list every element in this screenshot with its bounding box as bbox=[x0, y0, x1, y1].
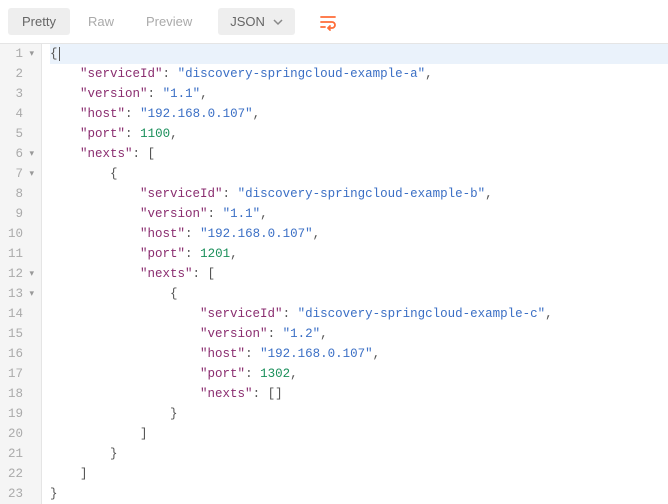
line-number: 16 bbox=[8, 344, 33, 364]
code-line[interactable]: "version": "1.2", bbox=[50, 324, 668, 344]
line-number: 10 bbox=[8, 224, 33, 244]
code-line[interactable]: "nexts": [ bbox=[50, 264, 668, 284]
code-line[interactable]: "serviceId": "discovery-springcloud-exam… bbox=[50, 184, 668, 204]
code-line[interactable]: "host": "192.168.0.107", bbox=[50, 344, 668, 364]
line-number: 23 bbox=[8, 484, 33, 504]
line-number: 4 bbox=[8, 104, 33, 124]
line-number: 2 bbox=[8, 64, 33, 84]
code-line[interactable]: "host": "192.168.0.107", bbox=[50, 224, 668, 244]
line-number-gutter: 1234567891011121314151617181920212223 bbox=[0, 44, 42, 504]
code-line[interactable]: "version": "1.1", bbox=[50, 204, 668, 224]
tab-pretty[interactable]: Pretty bbox=[8, 8, 70, 35]
line-number: 9 bbox=[8, 204, 33, 224]
wrap-icon bbox=[319, 13, 337, 31]
code-line[interactable]: "nexts": [ bbox=[50, 144, 668, 164]
line-number: 13 bbox=[8, 284, 33, 304]
line-number: 18 bbox=[8, 384, 33, 404]
code-line[interactable]: "port": 1302, bbox=[50, 364, 668, 384]
code-line[interactable]: "nexts": [] bbox=[50, 384, 668, 404]
line-number: 8 bbox=[8, 184, 33, 204]
line-number: 21 bbox=[8, 444, 33, 464]
code-line[interactable]: "serviceId": "discovery-springcloud-exam… bbox=[50, 64, 668, 84]
line-number: 20 bbox=[8, 424, 33, 444]
code-line[interactable]: { bbox=[50, 164, 668, 184]
line-number: 12 bbox=[8, 264, 33, 284]
code-line[interactable]: { bbox=[50, 284, 668, 304]
code-line[interactable]: "serviceId": "discovery-springcloud-exam… bbox=[50, 304, 668, 324]
line-number: 3 bbox=[8, 84, 33, 104]
code-line[interactable]: "port": 1201, bbox=[50, 244, 668, 264]
tab-raw[interactable]: Raw bbox=[74, 8, 128, 35]
line-number: 15 bbox=[8, 324, 33, 344]
code-line[interactable]: "version": "1.1", bbox=[50, 84, 668, 104]
line-number: 14 bbox=[8, 304, 33, 324]
line-number: 6 bbox=[8, 144, 33, 164]
response-toolbar: Pretty Raw Preview JSON bbox=[0, 0, 668, 44]
line-number: 5 bbox=[8, 124, 33, 144]
code-line[interactable]: } bbox=[50, 444, 668, 464]
line-number: 22 bbox=[8, 464, 33, 484]
format-select[interactable]: JSON bbox=[218, 8, 295, 35]
chevron-down-icon bbox=[273, 17, 283, 27]
code-line[interactable]: } bbox=[50, 404, 668, 424]
code-editor[interactable]: 1234567891011121314151617181920212223 { … bbox=[0, 44, 668, 504]
line-number: 1 bbox=[8, 44, 33, 64]
format-select-label: JSON bbox=[230, 14, 265, 29]
line-number: 11 bbox=[8, 244, 33, 264]
line-number: 7 bbox=[8, 164, 33, 184]
code-line[interactable]: } bbox=[50, 484, 668, 504]
code-content[interactable]: { "serviceId": "discovery-springcloud-ex… bbox=[42, 44, 668, 504]
code-line[interactable]: { bbox=[50, 44, 668, 64]
line-number: 17 bbox=[8, 364, 33, 384]
code-line[interactable]: ] bbox=[50, 464, 668, 484]
code-line[interactable]: ] bbox=[50, 424, 668, 444]
line-number: 19 bbox=[8, 404, 33, 424]
wrap-toggle-button[interactable] bbox=[309, 7, 347, 37]
tab-preview[interactable]: Preview bbox=[132, 8, 206, 35]
code-line[interactable]: "host": "192.168.0.107", bbox=[50, 104, 668, 124]
code-line[interactable]: "port": 1100, bbox=[50, 124, 668, 144]
